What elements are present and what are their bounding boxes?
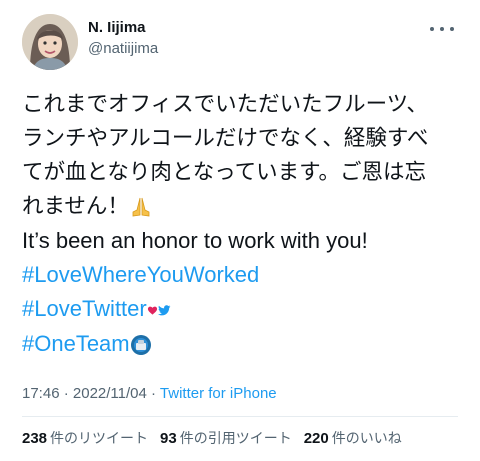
tweet-text-line: てが血となり肉となっています。ご恩は忘 (22, 160, 426, 185)
quotes-label: 件の引用ツイート (179, 431, 292, 447)
tweet-source[interactable]: Twitter for iPhone (160, 385, 277, 402)
divider (22, 416, 458, 417)
retweets-label: 件のリツイート (50, 431, 149, 447)
retweets-stat[interactable]: 238 件のリツイート (22, 428, 148, 448)
hashtag-line: #OneTeam (22, 327, 462, 362)
team-badge-icon (130, 335, 151, 355)
tweet-text-line: これまでオフィスでいただいたフルーツ、 (22, 92, 428, 117)
avatar-image (22, 14, 78, 70)
hashtag-line: #LoveTwitter (22, 292, 462, 327)
hashtag-link[interactable]: #OneTeam (22, 331, 130, 356)
likes-stat[interactable]: 220 件のいいね (304, 428, 402, 448)
retweets-count: 238 (22, 430, 48, 447)
meta-separator: · (59, 385, 73, 402)
more-dot (430, 27, 434, 31)
tweet-text-line: ランチやアルコールだけでなく、経験すべ (22, 126, 429, 151)
tweet-text-english: It’s been an honor to work with you! (22, 228, 368, 253)
heart-icon (147, 306, 157, 315)
likes-count: 220 (303, 430, 329, 447)
tweet-text-line-with-emoji: れません！ (22, 190, 462, 224)
hashtag-link[interactable]: #LoveWhereYouWorked (22, 258, 462, 292)
tweet-date[interactable]: 2022/11/04 (73, 385, 147, 402)
avatar[interactable] (22, 14, 78, 70)
quotes-stat[interactable]: 93 件の引用ツイート (160, 428, 292, 448)
meta-separator: · (146, 385, 160, 402)
author-block: N. Iijima @natiijima (88, 18, 158, 58)
display-name[interactable]: N. Iijima (88, 18, 158, 37)
likes-label: 件のいいね (331, 431, 402, 447)
tweet-meta: 17:46 · 2022/11/04 · Twitter for iPhone (22, 385, 277, 402)
tweet-text-fragment: れません！ (22, 194, 129, 219)
tweet: N. Iijima @natiijima これまでオフィスでいただいたフルーツ、… (0, 0, 480, 461)
praying-hands-icon (132, 197, 150, 217)
more-icon[interactable] (430, 24, 454, 34)
bird-icon (157, 304, 171, 315)
more-dot (450, 27, 454, 31)
engagement-stats: 238 件のリツイート 93 件の引用ツイート 220 件のいいね (22, 428, 402, 448)
quotes-count: 93 (160, 430, 177, 447)
handle[interactable]: @natiijima (88, 39, 158, 58)
tweet-time[interactable]: 17:46 (22, 385, 60, 402)
tweet-body: これまでオフィスでいただいたフルーツ、 ランチやアルコールだけでなく、経験すべ … (22, 88, 462, 362)
more-dot (440, 27, 444, 31)
hashtag-link[interactable]: #LoveTwitter (22, 296, 147, 321)
